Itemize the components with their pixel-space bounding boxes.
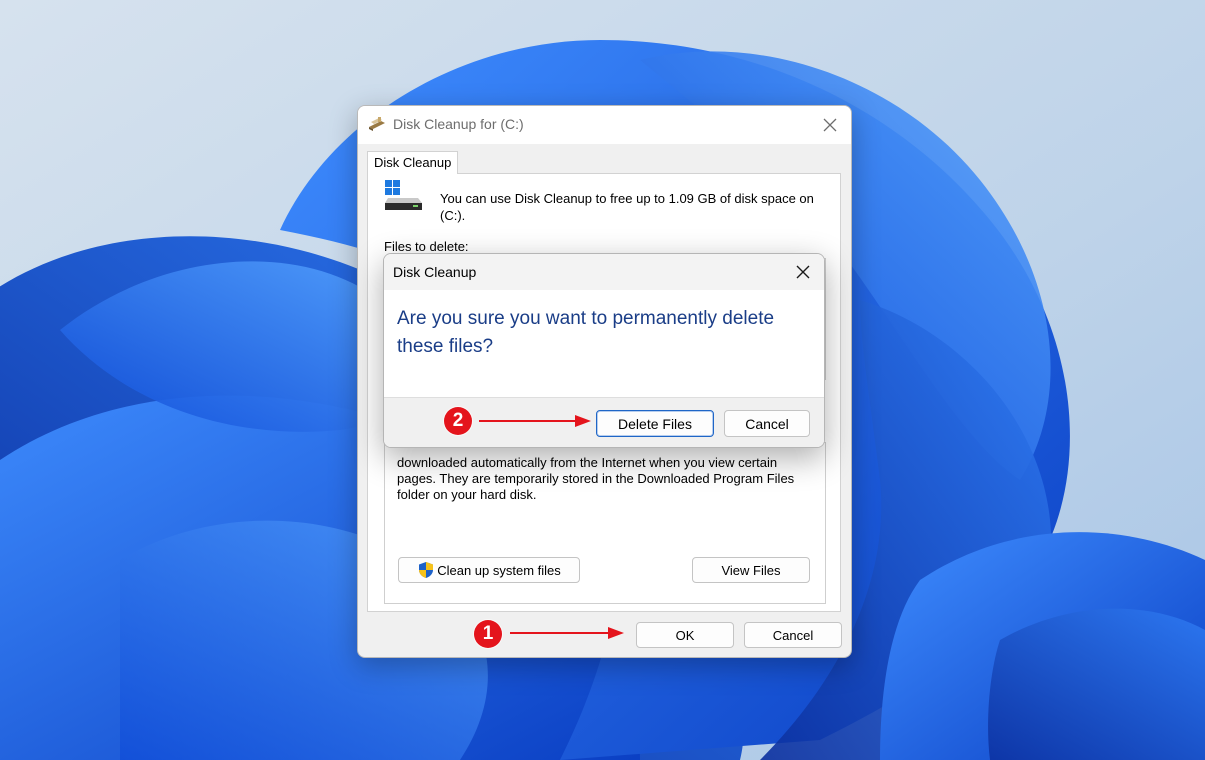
files-to-delete-label: Files to delete: [384, 239, 469, 254]
uac-shield-icon [417, 561, 435, 579]
close-button[interactable] [814, 112, 846, 138]
desktop: Disk Cleanup for (C:) Disk Cleanup You c… [0, 0, 1205, 760]
description-text: downloaded automatically from the Intern… [397, 455, 795, 502]
step-2-badge: 2 [444, 407, 472, 435]
dialog-title: Disk Cleanup [393, 264, 477, 280]
window-title: Disk Cleanup for (C:) [393, 116, 524, 132]
clean-up-system-files-label: Clean up system files [437, 562, 561, 578]
drive-icon [385, 180, 425, 217]
dialog-title-bar[interactable]: Disk Cleanup [384, 254, 824, 290]
clean-up-system-files-button[interactable]: Clean up system files [398, 557, 580, 583]
tab-disk-cleanup[interactable]: Disk Cleanup [367, 151, 459, 174]
view-files-button[interactable]: View Files [692, 557, 810, 583]
confirm-message: Are you sure you want to permanently del… [397, 308, 775, 357]
dialog-close-button[interactable] [788, 259, 818, 285]
arrow-to-delete-files [479, 415, 591, 427]
cancel-button[interactable]: Cancel [744, 622, 842, 648]
ok-button[interactable]: OK [636, 622, 734, 648]
title-bar[interactable]: Disk Cleanup for (C:) [358, 106, 851, 144]
close-icon [796, 265, 810, 279]
dialog-cancel-button[interactable]: Cancel [724, 410, 810, 437]
arrow-to-ok [510, 627, 624, 639]
disk-cleanup-icon [367, 116, 387, 137]
close-icon [823, 118, 837, 132]
delete-files-button[interactable]: Delete Files [596, 410, 714, 437]
step-1-badge: 1 [474, 620, 502, 648]
intro-text: You can use Disk Cleanup to free up to 1… [440, 191, 814, 223]
